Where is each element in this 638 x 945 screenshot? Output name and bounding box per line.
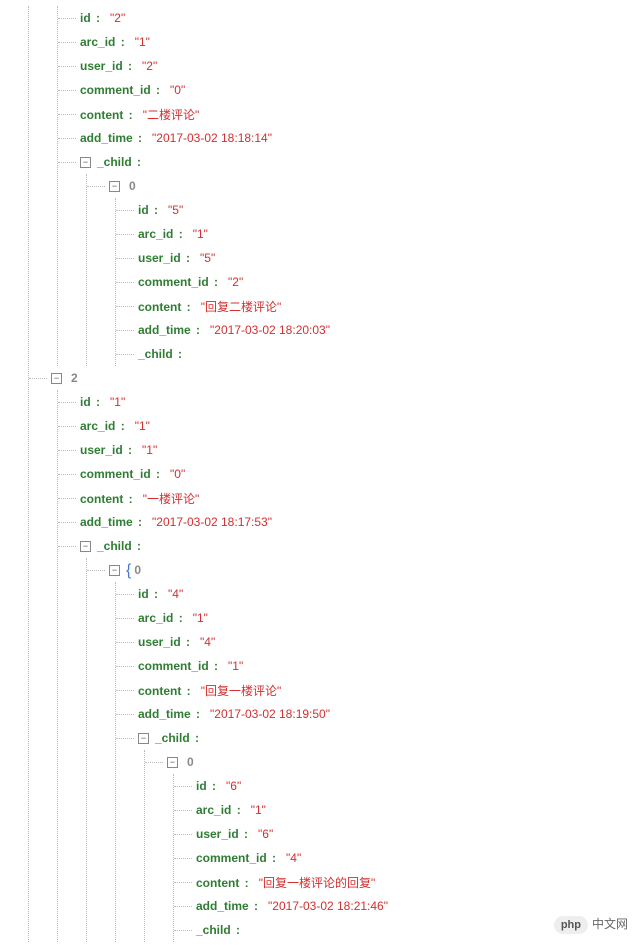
json-value: "回复一楼评论的回复" <box>259 876 376 890</box>
json-value: "1" <box>142 443 157 457</box>
json-value: "6" <box>258 827 273 841</box>
tree-children: −0id :"5"arc_id :"1"user_id :"5"comment_… <box>86 174 638 366</box>
json-key: user_id <box>138 251 181 265</box>
json-key: arc_id <box>80 419 115 433</box>
bracket-open: { <box>126 562 131 580</box>
tree-children: id :"1"arc_id :"1"user_id :"1"comment_id… <box>57 390 638 942</box>
json-index: 0 <box>129 179 136 193</box>
expand-toggle[interactable]: − <box>51 373 62 384</box>
json-value: "5" <box>168 203 183 217</box>
json-key: _child <box>138 347 173 361</box>
json-key: user_id <box>138 635 181 649</box>
expand-toggle[interactable]: − <box>138 733 149 744</box>
json-key: id <box>196 779 207 793</box>
expand-toggle[interactable]: − <box>109 181 120 192</box>
json-key: comment_id <box>138 275 209 289</box>
json-value: "4" <box>286 851 301 865</box>
json-value: "2" <box>142 59 157 73</box>
json-value: "2017-03-02 18:17:53" <box>152 515 272 529</box>
json-value: "5" <box>200 251 215 265</box>
json-key: _child <box>97 539 132 553</box>
json-value: "1" <box>135 419 150 433</box>
json-key: arc_id <box>196 803 231 817</box>
json-value: "4" <box>200 635 215 649</box>
json-key: add_time <box>138 323 191 337</box>
json-value: "2017-03-02 18:20:03" <box>210 323 330 337</box>
json-key: user_id <box>196 827 239 841</box>
json-key: content <box>80 492 123 506</box>
json-key: content <box>138 300 181 314</box>
tree-children: id :"5"arc_id :"1"user_id :"5"comment_id… <box>115 198 638 366</box>
json-value: "1" <box>193 611 208 625</box>
json-value: "二楼评论" <box>143 108 200 122</box>
json-key: add_time <box>80 131 133 145</box>
json-value: "1" <box>110 395 125 409</box>
tree-children: id :"2"arc_id :"1"user_id :"2"comment_id… <box>57 6 638 366</box>
json-value: "1" <box>228 659 243 673</box>
json-key: add_time <box>138 707 191 721</box>
expand-toggle[interactable]: − <box>167 757 178 768</box>
tree-children: id :"2"arc_id :"1"user_id :"2"comment_id… <box>28 6 638 942</box>
json-value: "0" <box>170 83 185 97</box>
json-key: arc_id <box>138 227 173 241</box>
json-index: 2 <box>71 371 78 385</box>
json-value: "2017-03-02 18:21:46" <box>268 899 388 913</box>
expand-toggle[interactable]: − <box>80 541 91 552</box>
json-key: id <box>80 11 91 25</box>
json-value: "回复二楼评论" <box>201 300 282 314</box>
tree-children: −0id :"6"arc_id :"1"user_id :"6"comment_… <box>144 750 638 942</box>
json-key: user_id <box>80 443 123 457</box>
json-value: "4" <box>168 587 183 601</box>
json-key: id <box>80 395 91 409</box>
json-value: "2017-03-02 18:18:14" <box>152 131 272 145</box>
json-value: "回复一楼评论" <box>201 684 282 698</box>
json-value: "2" <box>110 11 125 25</box>
json-tree-viewer: id :"2"arc_id :"1"user_id :"2"comment_id… <box>0 0 638 942</box>
json-value: "1" <box>193 227 208 241</box>
json-key: add_time <box>80 515 133 529</box>
json-value: "1" <box>251 803 266 817</box>
json-key: _child <box>196 923 231 937</box>
json-key: id <box>138 203 149 217</box>
json-key: _child <box>155 731 190 745</box>
json-value: "2" <box>228 275 243 289</box>
tree-children: id :"4"arc_id :"1"user_id :"4"comment_id… <box>115 582 638 942</box>
json-value: "一楼评论" <box>143 492 200 506</box>
json-key: _child <box>97 155 132 169</box>
json-key: content <box>80 108 123 122</box>
json-key: arc_id <box>138 611 173 625</box>
json-key: comment_id <box>138 659 209 673</box>
json-key: add_time <box>196 899 249 913</box>
json-index: 0 <box>187 755 194 769</box>
json-key: comment_id <box>80 83 151 97</box>
json-key: comment_id <box>196 851 267 865</box>
json-index: 0 <box>134 563 141 577</box>
json-value: "6" <box>226 779 241 793</box>
json-value: "0" <box>170 467 185 481</box>
json-key: user_id <box>80 59 123 73</box>
watermark-text: 中文网 <box>592 917 628 931</box>
json-key: id <box>138 587 149 601</box>
json-key: comment_id <box>80 467 151 481</box>
json-value: "1" <box>135 35 150 49</box>
json-key: content <box>138 684 181 698</box>
json-key: arc_id <box>80 35 115 49</box>
json-key: content <box>196 876 239 890</box>
json-value: "2017-03-02 18:19:50" <box>210 707 330 721</box>
expand-toggle[interactable]: − <box>109 565 120 576</box>
watermark-badge: php <box>554 916 588 934</box>
expand-toggle[interactable]: − <box>80 157 91 168</box>
tree-children: −{0id :"4"arc_id :"1"user_id :"4"comment… <box>86 558 638 942</box>
watermark: php 中文网 <box>554 915 628 932</box>
